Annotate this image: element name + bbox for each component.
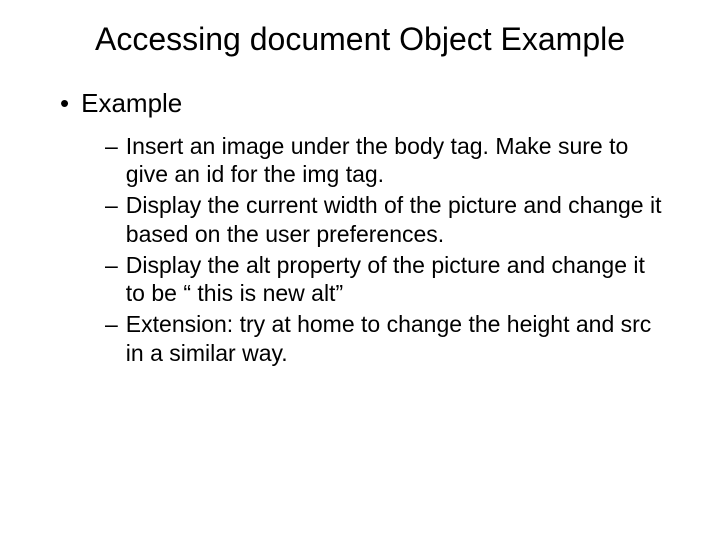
sub-marker: – <box>105 251 118 280</box>
bullet-label: Example <box>81 88 182 119</box>
sub-list: – Insert an image under the body tag. Ma… <box>60 132 680 368</box>
sub-item: – Extension: try at home to change the h… <box>105 310 680 368</box>
sub-item: – Display the alt property of the pictur… <box>105 251 680 309</box>
sub-marker: – <box>105 191 118 220</box>
sub-marker: – <box>105 310 118 339</box>
sub-marker: – <box>105 132 118 161</box>
sub-text: Insert an image under the body tag. Make… <box>126 132 666 190</box>
sub-text: Extension: try at home to change the hei… <box>126 310 666 368</box>
sub-text: Display the alt property of the picture … <box>126 251 666 309</box>
bullet-marker: • <box>60 88 69 119</box>
sub-item: – Display the current width of the pictu… <box>105 191 680 249</box>
sub-item: – Insert an image under the body tag. Ma… <box>105 132 680 190</box>
sub-text: Display the current width of the picture… <box>126 191 666 249</box>
bullet-section: • Example – Insert an image under the bo… <box>40 88 680 367</box>
slide-title: Accessing document Object Example <box>40 20 680 58</box>
bullet-item: • Example <box>60 88 680 119</box>
